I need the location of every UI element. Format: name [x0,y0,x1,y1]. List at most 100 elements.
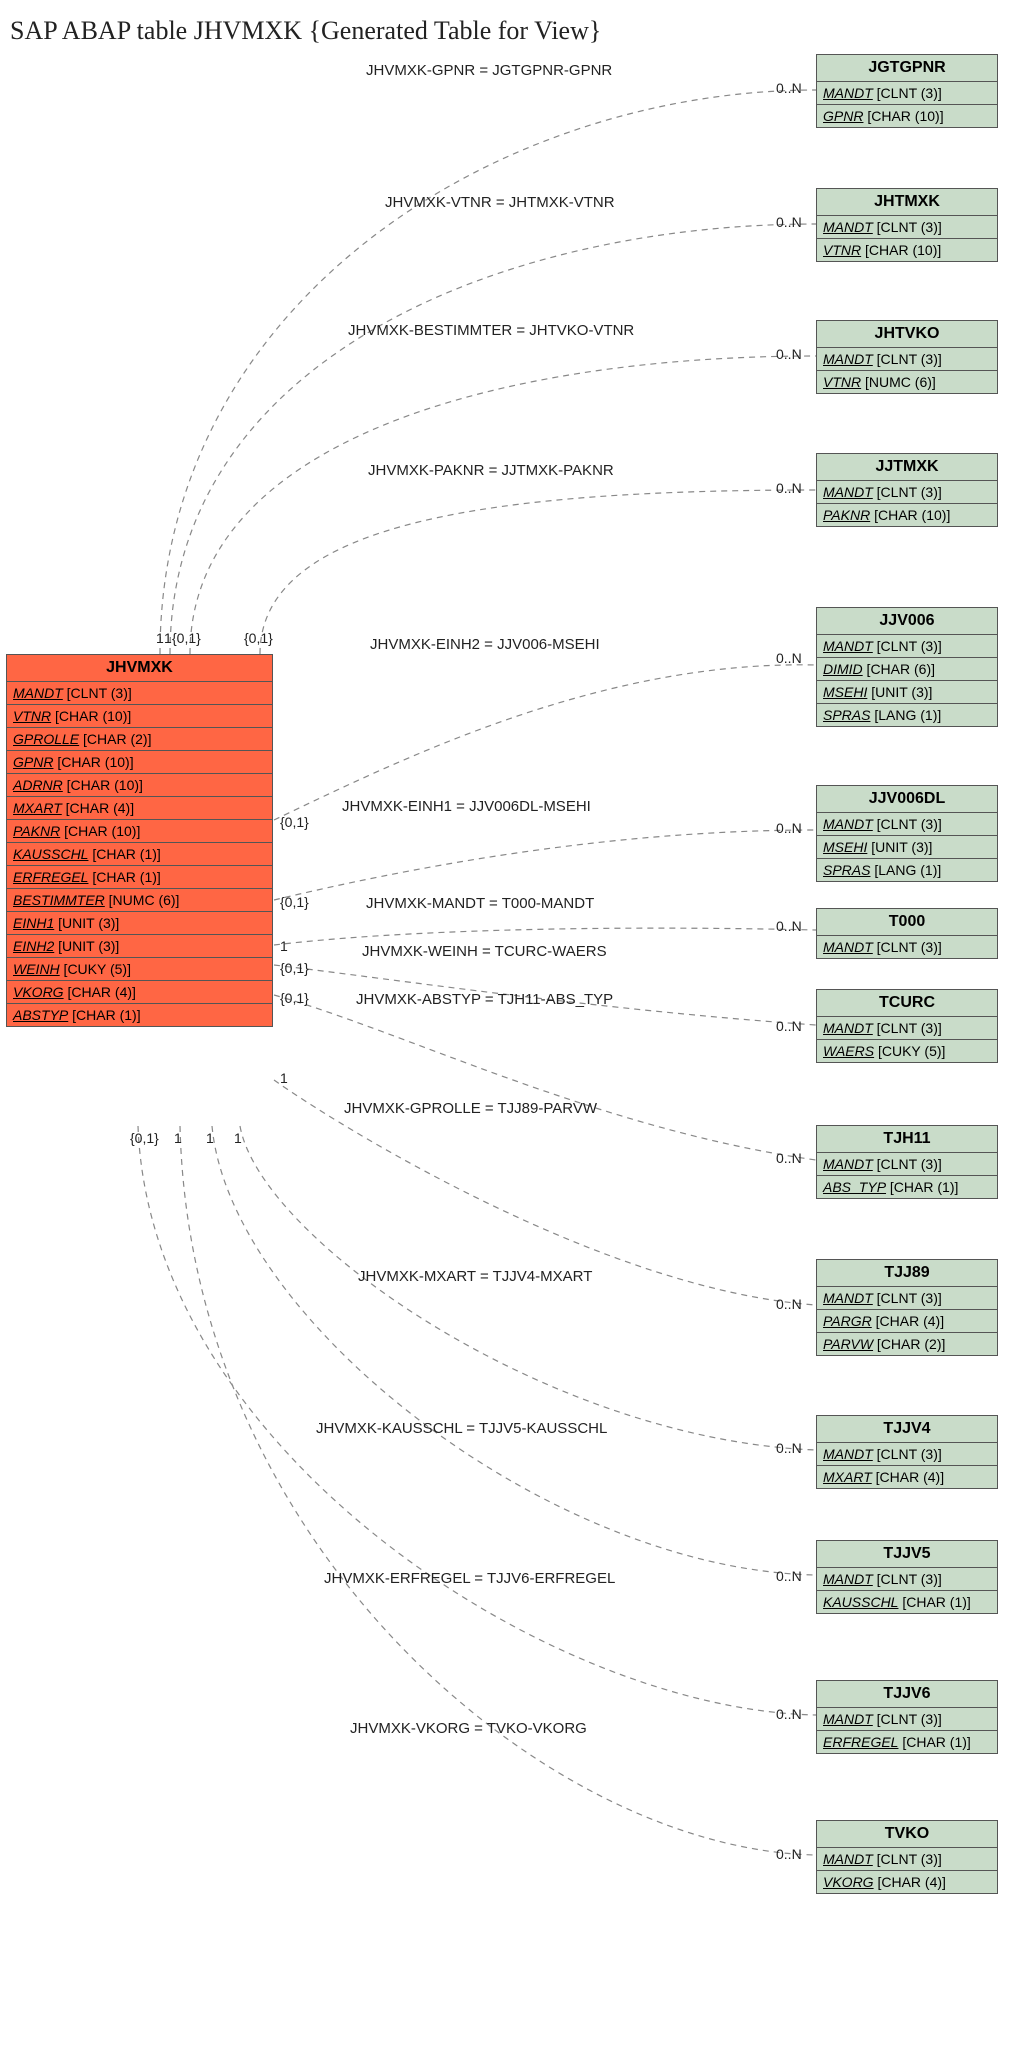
entity-field: GPNR [CHAR (10)] [817,105,997,127]
entity-field: MXART [CHAR (4)] [817,1466,997,1488]
entity-field: SPRAS [LANG (1)] [817,704,997,726]
entity-field: MANDT [CLNT (3)] [817,1708,997,1731]
entity-field: WAERS [CUKY (5)] [817,1040,997,1062]
entity-field: MANDT [CLNT (3)] [817,1568,997,1591]
cardinality-right: 0..N [776,1568,802,1584]
entity-header: TJH11 [817,1126,997,1153]
entity-field: MANDT [CLNT (3)] [817,936,997,958]
entity-field: MXART [CHAR (4)] [7,797,272,820]
entity-field: MANDT [CLNT (3)] [817,1443,997,1466]
entity-tjjv5: TJJV5MANDT [CLNT (3)]KAUSSCHL [CHAR (1)] [816,1540,998,1614]
relation-label: JHVMXK-EINH2 = JJV006-MSEHI [370,636,600,653]
entity-field: PARGR [CHAR (4)] [817,1310,997,1333]
entity-field: WEINH [CUKY (5)] [7,958,272,981]
entity-header: TJJV4 [817,1416,997,1443]
cardinality-left: {0,1} [172,630,201,646]
cardinality-left: 1 [280,1070,288,1086]
entity-field: KAUSSCHL [CHAR (1)] [7,843,272,866]
entity-header: JGTGPNR [817,55,997,82]
entity-field: ADRNR [CHAR (10)] [7,774,272,797]
cardinality-right: 0..N [776,650,802,666]
entity-field: VTNR [CHAR (10)] [817,239,997,261]
entity-jjv006: JJV006MANDT [CLNT (3)]DIMID [CHAR (6)]MS… [816,607,998,727]
entity-header: TJJV5 [817,1541,997,1568]
cardinality-left: 1 [156,630,164,646]
cardinality-left: {0,1} [280,894,309,910]
entity-field: MANDT [CLNT (3)] [817,1287,997,1310]
entity-field: VKORG [CHAR (4)] [817,1871,997,1893]
cardinality-left: 1 [174,1130,182,1146]
entity-tjjv6: TJJV6MANDT [CLNT (3)]ERFREGEL [CHAR (1)] [816,1680,998,1754]
cardinality-left: {0,1} [280,990,309,1006]
entity-field: BESTIMMTER [NUMC (6)] [7,889,272,912]
entity-field: ERFREGEL [CHAR (1)] [7,866,272,889]
entity-jhtmxk: JHTMXKMANDT [CLNT (3)]VTNR [CHAR (10)] [816,188,998,262]
cardinality-left: {0,1} [130,1130,159,1146]
entity-header: JJV006 [817,608,997,635]
entity-field: GPNR [CHAR (10)] [7,751,272,774]
entity-tcurc: TCURCMANDT [CLNT (3)]WAERS [CUKY (5)] [816,989,998,1063]
entity-t000: T000MANDT [CLNT (3)] [816,908,998,959]
cardinality-left: 1 [164,630,172,646]
entity-field: PAKNR [CHAR (10)] [817,504,997,526]
cardinality-left: 1 [280,938,288,954]
cardinality-right: 0..N [776,1846,802,1862]
entity-tvko: TVKOMANDT [CLNT (3)]VKORG [CHAR (4)] [816,1820,998,1894]
relation-label: JHVMXK-ABSTYP = TJH11-ABS_TYP [356,991,613,1008]
entity-header: TJJ89 [817,1260,997,1287]
relation-label: JHVMXK-MANDT = T000-MANDT [366,895,594,912]
diagram-title: SAP ABAP table JHVMXK {Generated Table f… [10,16,601,46]
entity-header: TVKO [817,1821,997,1848]
entity-field: MANDT [CLNT (3)] [7,682,272,705]
cardinality-right: 0..N [776,80,802,96]
entity-header: JHVMXK [7,655,272,682]
relation-label: JHVMXK-BESTIMMTER = JHTVKO-VTNR [348,322,634,339]
entity-tjj89: TJJ89MANDT [CLNT (3)]PARGR [CHAR (4)]PAR… [816,1259,998,1356]
relation-label: JHVMXK-KAUSSCHL = TJJV5-KAUSSCHL [316,1420,607,1437]
cardinality-left: {0,1} [280,814,309,830]
cardinality-right: 0..N [776,1018,802,1034]
entity-jjtmxk: JJTMXKMANDT [CLNT (3)]PAKNR [CHAR (10)] [816,453,998,527]
entity-field: MANDT [CLNT (3)] [817,1017,997,1040]
relation-label: JHVMXK-GPROLLE = TJJ89-PARVW [344,1100,597,1117]
entity-field: EINH1 [UNIT (3)] [7,912,272,935]
relation-label: JHVMXK-EINH1 = JJV006DL-MSEHI [342,798,591,815]
cardinality-right: 0..N [776,820,802,836]
entity-field: SPRAS [LANG (1)] [817,859,997,881]
cardinality-left: 1 [206,1130,214,1146]
entity-field: ABSTYP [CHAR (1)] [7,1004,272,1026]
relation-label: JHVMXK-MXART = TJJV4-MXART [358,1268,592,1285]
entity-jjv006dl: JJV006DLMANDT [CLNT (3)]MSEHI [UNIT (3)]… [816,785,998,882]
relation-label: JHVMXK-VTNR = JHTMXK-VTNR [385,194,615,211]
entity-field: MSEHI [UNIT (3)] [817,681,997,704]
cardinality-right: 0..N [776,1150,802,1166]
cardinality-right: 0..N [776,346,802,362]
entity-jhtvko: JHTVKOMANDT [CLNT (3)]VTNR [NUMC (6)] [816,320,998,394]
entity-field: MANDT [CLNT (3)] [817,635,997,658]
entity-field: VTNR [NUMC (6)] [817,371,997,393]
entity-field: VTNR [CHAR (10)] [7,705,272,728]
relation-label: JHVMXK-WEINH = TCURC-WAERS [362,943,607,960]
entity-field: MANDT [CLNT (3)] [817,1848,997,1871]
relation-label: JHVMXK-PAKNR = JJTMXK-PAKNR [368,462,614,479]
entity-header: JJV006DL [817,786,997,813]
entity-header: JJTMXK [817,454,997,481]
entity-header: T000 [817,909,997,936]
cardinality-left: 1 [234,1130,242,1146]
entity-header: TCURC [817,990,997,1017]
cardinality-left: {0,1} [244,630,273,646]
cardinality-right: 0..N [776,1706,802,1722]
entity-field: GPROLLE [CHAR (2)] [7,728,272,751]
entity-field: VKORG [CHAR (4)] [7,981,272,1004]
relation-label: JHVMXK-GPNR = JGTGPNR-GPNR [366,62,612,79]
cardinality-right: 0..N [776,214,802,230]
entity-field: ABS_TYP [CHAR (1)] [817,1176,997,1198]
entity-field: KAUSSCHL [CHAR (1)] [817,1591,997,1613]
entity-field: ERFREGEL [CHAR (1)] [817,1731,997,1753]
entity-header: JHTMXK [817,189,997,216]
entity-field: EINH2 [UNIT (3)] [7,935,272,958]
entity-field: MANDT [CLNT (3)] [817,82,997,105]
entity-field: PAKNR [CHAR (10)] [7,820,272,843]
entity-header: JHTVKO [817,321,997,348]
entity-field: MSEHI [UNIT (3)] [817,836,997,859]
